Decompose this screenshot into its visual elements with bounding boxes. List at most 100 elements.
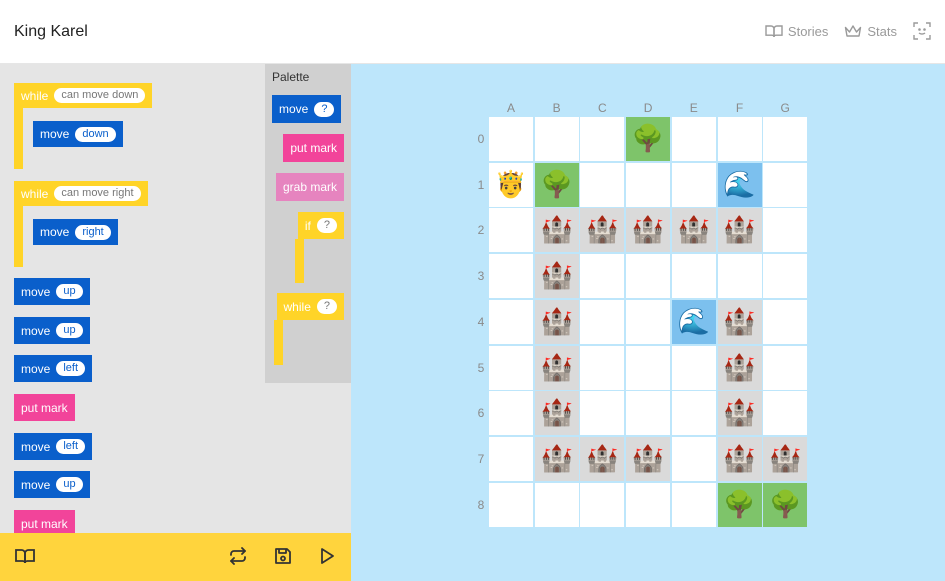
castle-icon: 🏰: [586, 215, 619, 246]
move-block[interactable]: move left: [14, 355, 93, 382]
column-label: F: [735, 101, 744, 115]
condition-pill[interactable]: can move down: [54, 88, 146, 103]
direction-pill[interactable]: up: [56, 477, 83, 492]
column-label: G: [780, 101, 790, 115]
grid-cell: [580, 299, 625, 344]
palette-move-block[interactable]: move ?: [272, 95, 342, 123]
grid-cell: [671, 391, 716, 436]
palette-title: Palette: [272, 70, 310, 84]
castle-icon: 🏰: [631, 443, 665, 474]
grid-cell: [671, 117, 716, 161]
direction-pill[interactable]: left: [56, 361, 86, 376]
grid-cell: [671, 254, 716, 299]
move-block[interactable]: move left: [14, 433, 93, 460]
castle-icon: 🏰: [540, 443, 573, 474]
reset-button[interactable]: [228, 546, 248, 568]
row-label: 7: [477, 451, 485, 466]
stats-link[interactable]: Stats: [844, 24, 897, 39]
block-label: while: [21, 186, 49, 201]
grid-cell-castle: 🏰: [580, 436, 625, 481]
grid-cell: [626, 299, 671, 344]
put-mark-block[interactable]: put mark: [14, 394, 75, 421]
while-block[interactable]: while can move down: [14, 83, 153, 108]
column-label: B: [552, 101, 561, 115]
grid-cell-castle: 🏰: [626, 436, 671, 481]
direction-pill[interactable]: left: [56, 439, 86, 454]
block-label: move: [21, 477, 51, 492]
grid-cell: [671, 162, 716, 207]
program-editor[interactable]: while can move down move down while can …: [0, 64, 265, 533]
block-label: move: [279, 102, 309, 116]
grid-cell-castle: 🏰: [717, 208, 762, 253]
grid-cell: [489, 391, 533, 436]
castle-icon: 🏰: [540, 306, 573, 337]
grid-cell-castle: 🏰: [534, 254, 579, 299]
while-block[interactable]: while can move right: [14, 181, 148, 206]
tree-icon: 🌳: [540, 169, 573, 200]
direction-pill[interactable]: up: [56, 284, 83, 299]
grid-cell-tree: 🌳: [534, 162, 579, 207]
grid-cell: [489, 436, 533, 481]
fullscreen-button[interactable]: [913, 22, 931, 40]
header-nav: Stories Stats: [765, 22, 931, 40]
block-label: put mark: [21, 400, 68, 415]
castle-icon: 🏰: [540, 215, 573, 246]
palette-if-block[interactable]: if ?: [297, 212, 344, 239]
direction-pill[interactable]: right: [75, 224, 111, 240]
column-label: A: [506, 101, 515, 115]
block-label: move: [40, 127, 70, 141]
grid-cell-water: 🌊: [671, 299, 716, 344]
put-mark-block[interactable]: put mark: [14, 510, 75, 533]
castle-icon: 🏰: [723, 306, 756, 337]
move-block[interactable]: move up: [14, 317, 90, 344]
grid-cell-tree: 🌳: [763, 482, 808, 527]
grid-cell-castle: 🏰: [626, 208, 671, 253]
direction-pill[interactable]: up: [56, 323, 83, 338]
tree-icon: 🌳: [723, 489, 756, 520]
grid-cell: [489, 299, 533, 344]
grid-cell: [717, 254, 762, 299]
move-block[interactable]: move up: [14, 471, 90, 498]
castle-icon: 🏰: [631, 215, 665, 246]
row-label: 5: [477, 360, 485, 375]
water-icon: 🌊: [677, 306, 710, 337]
condition-pill[interactable]: can move right: [54, 186, 141, 201]
grid-cell: [626, 482, 671, 527]
book-open-icon: [765, 24, 783, 38]
save-icon: [274, 547, 292, 570]
grid-cell-castle: 🏰: [534, 391, 579, 436]
grid-cell-tree: 🌳: [717, 482, 762, 527]
block-label: put mark: [21, 516, 68, 531]
block-label: while: [283, 299, 311, 314]
block-label: if: [304, 218, 311, 233]
castle-icon: 🏰: [677, 215, 710, 246]
block-label: move: [21, 361, 51, 376]
argument-pill[interactable]: ?: [314, 101, 335, 117]
move-block[interactable]: move down: [33, 121, 123, 147]
grid-cell-castle: 🏰: [534, 299, 579, 344]
save-button[interactable]: [273, 547, 293, 570]
stories-link[interactable]: Stories: [765, 24, 828, 39]
argument-pill[interactable]: ?: [316, 299, 337, 314]
move-block[interactable]: move up: [14, 278, 90, 305]
palette-put-mark-block[interactable]: put mark: [283, 134, 344, 162]
move-block[interactable]: move right: [33, 219, 118, 245]
grid-cell-castle: 🏰: [534, 436, 579, 481]
stats-label: Stats: [867, 23, 897, 39]
grid-cell: [763, 345, 808, 390]
row-label: 6: [477, 406, 485, 421]
grid-cell: [534, 482, 579, 527]
column-label: E: [689, 101, 698, 115]
grid-cell: [580, 117, 625, 161]
palette-while-block[interactable]: while ?: [276, 293, 344, 320]
castle-icon: 🏰: [723, 398, 756, 429]
run-button[interactable]: [317, 547, 337, 568]
direction-pill[interactable]: down: [75, 126, 116, 142]
argument-pill[interactable]: ?: [316, 218, 337, 233]
palette-empty-area: [265, 383, 351, 533]
castle-icon: 🏰: [586, 443, 619, 474]
grid-cell: [580, 391, 625, 436]
grid-cell: [580, 162, 625, 207]
palette-grab-mark-block[interactable]: grab mark: [275, 173, 344, 201]
book-button[interactable]: [15, 548, 35, 568]
